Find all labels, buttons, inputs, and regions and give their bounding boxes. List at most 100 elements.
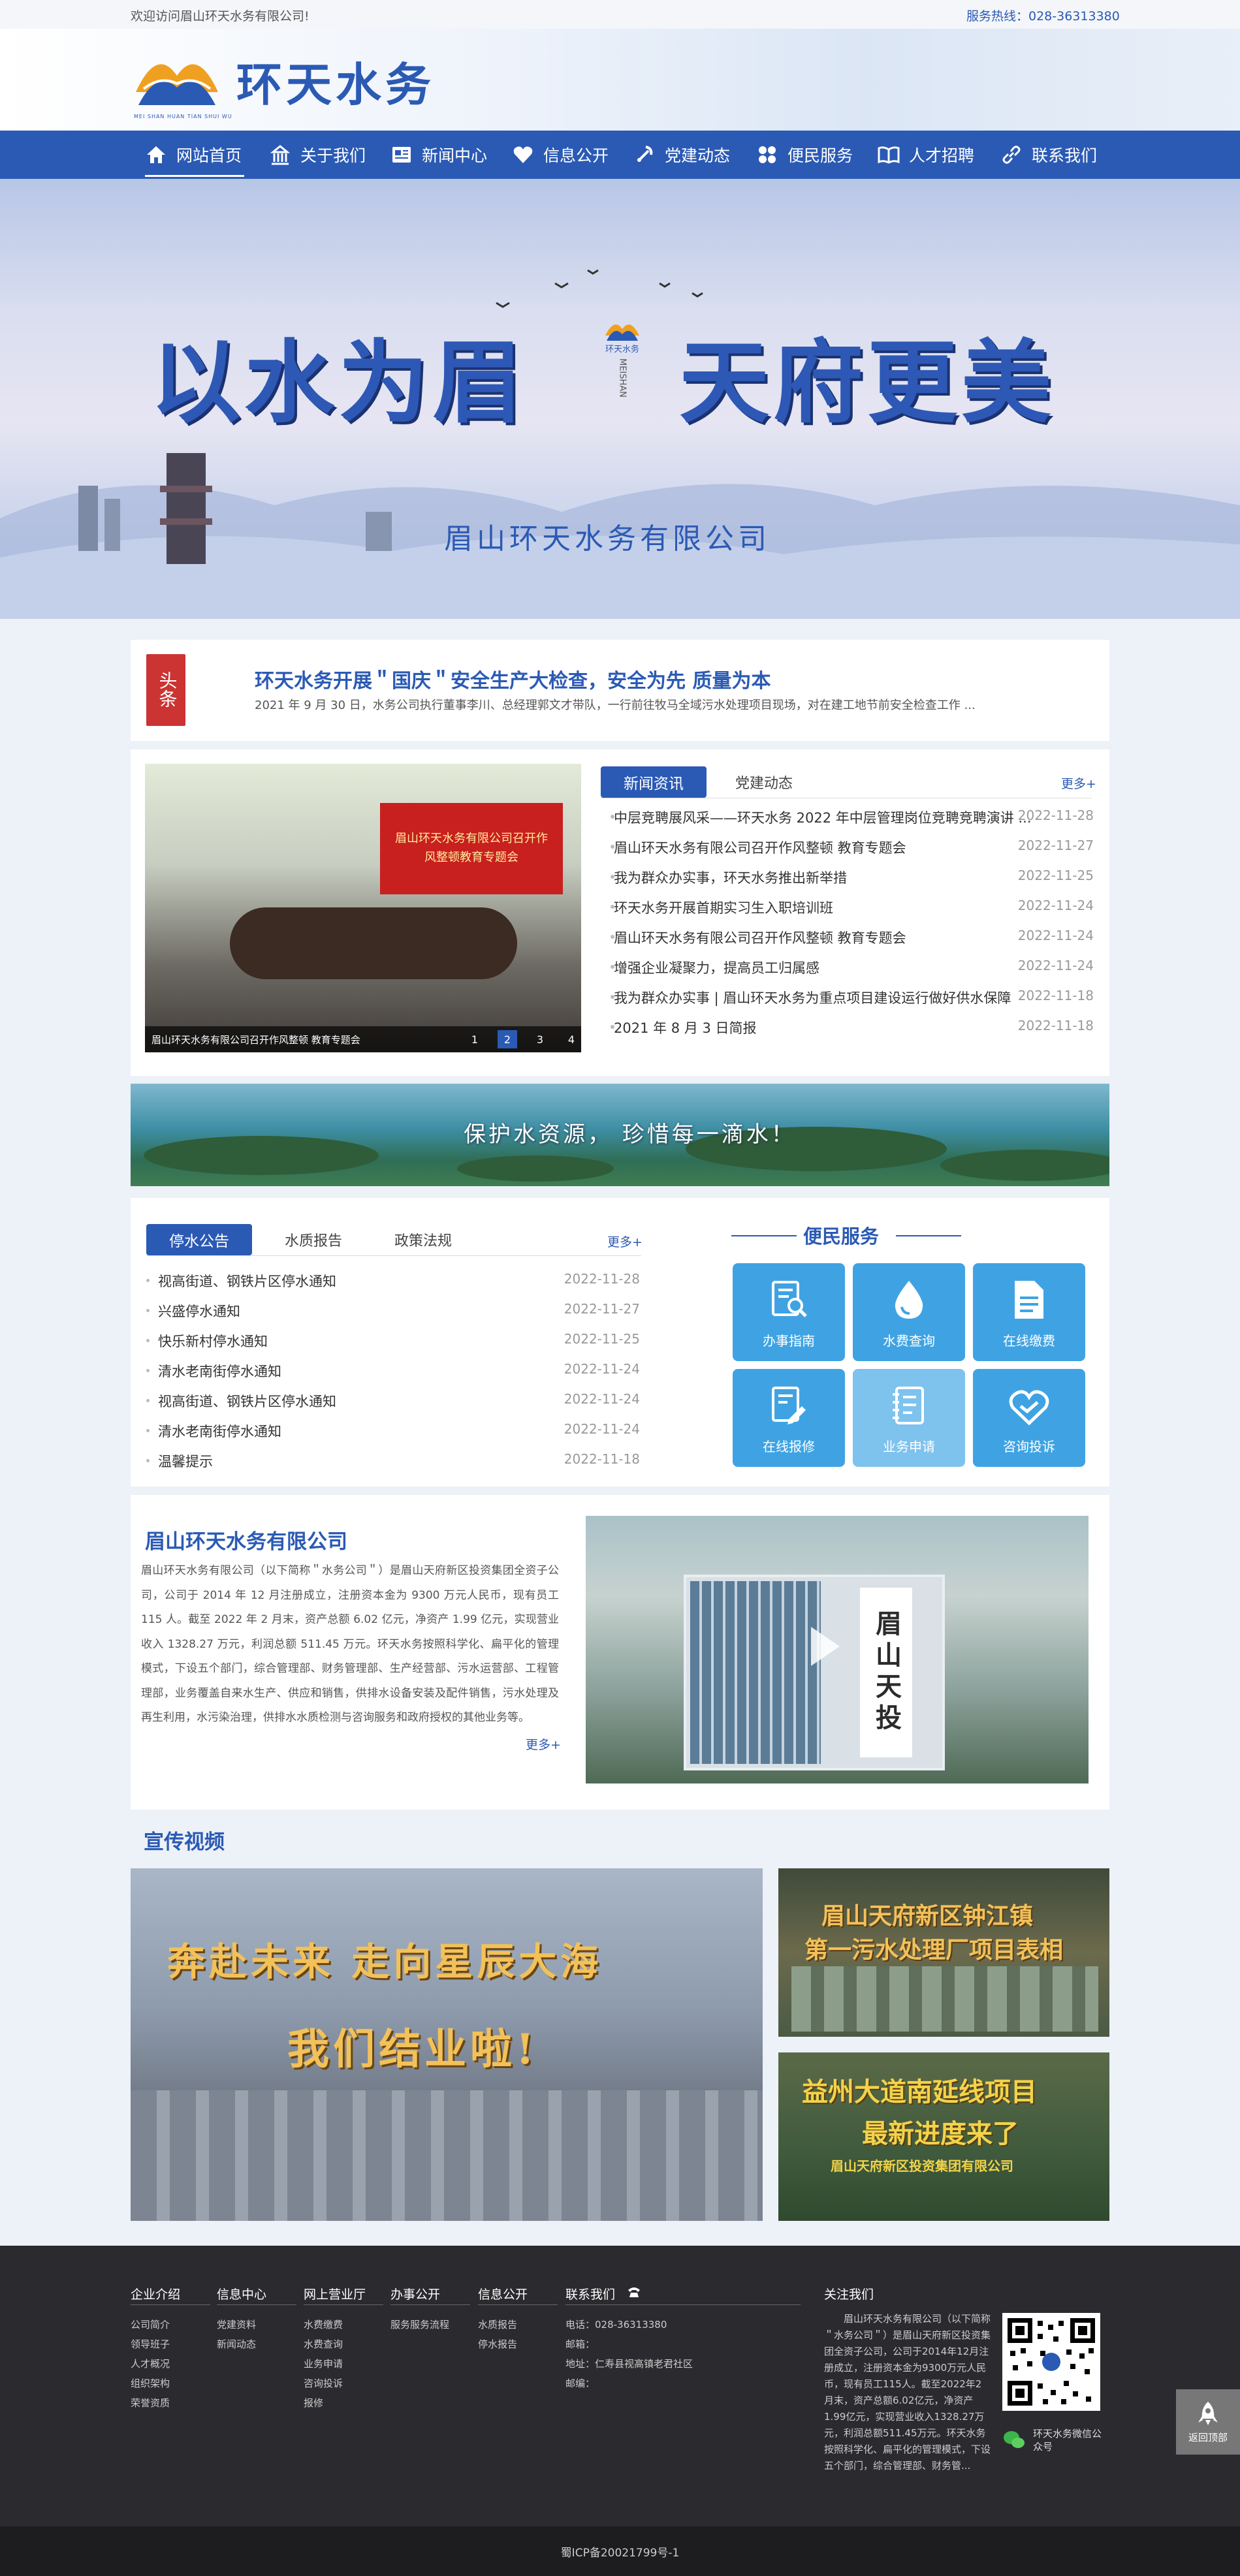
slide-page-3[interactable]: 3: [530, 1030, 550, 1048]
news-item[interactable]: 中层竞聘展风采——环天水务 2022 年中层管理岗位竞聘竞聘演讲 ...: [614, 808, 1038, 827]
video-side1-line2: 第一污水处理厂项目表相: [804, 1937, 1064, 1964]
about-more-link[interactable]: 更多+: [526, 1735, 561, 1753]
main-nav: 网站首页 关于我们 新闻中心 信息公开 党建动态 便民服务 人才招聘 联系我们: [0, 131, 1240, 179]
notice-service-panel: 停水公告 水质报告 政策法规 更多+ 视高街道、钢铁片区停水通知 2022-11…: [131, 1198, 1109, 1486]
notice-date: 2022-11-24: [564, 1391, 640, 1407]
notice-item[interactable]: 视高街道、钢铁片区停水通知: [158, 1271, 485, 1291]
play-icon[interactable]: [811, 1627, 840, 1666]
nav-item-party[interactable]: 党建动态: [633, 131, 730, 179]
notice-item[interactable]: 视高街道、钢铁片区停水通知: [158, 1391, 485, 1411]
news-date: 2022-11-18: [1017, 1018, 1094, 1033]
service-repair[interactable]: 在线报修: [733, 1369, 845, 1467]
water-strip-banner[interactable]: 保护水资源， 珍惜每一滴水！: [131, 1084, 1109, 1186]
about-building-image[interactable]: 眉山天投: [586, 1516, 1089, 1783]
footer-contact-line: 电话：028-36313380: [565, 2319, 667, 2331]
footer-col-title: 信息中心: [217, 2287, 267, 2302]
footer-link[interactable]: 水质报告: [478, 2317, 517, 2331]
footer-link[interactable]: 荣誉资质: [131, 2396, 170, 2410]
slide-caption[interactable]: 眉山环天水务有限公司召开作风整顿 教育专题会: [151, 1033, 360, 1046]
footer-contact-line: 邮箱：: [565, 2338, 596, 2350]
footer-link[interactable]: 水费缴费: [304, 2317, 343, 2331]
nav-item-home[interactable]: 网站首页: [145, 131, 242, 179]
footer-link[interactable]: 人才概况: [131, 2357, 170, 2370]
video-side-2[interactable]: 益州大道南延线项目 最新进度来了 眉山天府新区投资集团有限公司: [778, 2052, 1109, 2221]
footer-link[interactable]: 新闻动态: [217, 2337, 256, 2351]
news-item[interactable]: 眉山环天水务有限公司召开作风整顿 教育专题会: [614, 928, 1038, 947]
tab-water-quality[interactable]: 水质报告: [268, 1224, 359, 1255]
notice-item[interactable]: 快乐新村停水通知: [158, 1331, 485, 1351]
nav-label: 联系我们: [1032, 146, 1098, 165]
notice-item[interactable]: 清水老南街停水通知: [158, 1361, 485, 1381]
news-slideshow[interactable]: 眉山环天水务有限公司召开作风整顿教育专题会 眉山环天水务有限公司召开作风整顿 教…: [145, 764, 581, 1052]
footer-link[interactable]: 停水报告: [478, 2337, 517, 2351]
footer-link[interactable]: 报修: [304, 2396, 323, 2410]
service-title-line-left: [731, 1235, 797, 1236]
footer-link[interactable]: 领导班子: [131, 2337, 170, 2351]
service-application[interactable]: 业务申请: [853, 1369, 965, 1467]
tab-news[interactable]: 新闻资讯: [601, 766, 707, 798]
service-title: 便民服务: [803, 1225, 880, 1248]
wechat-icon[interactable]: [1002, 2428, 1026, 2452]
header: MEI SHAN HUAN TIAN SHUI WU 环天水务: [0, 29, 1240, 131]
icp-text[interactable]: 蜀ICP备20021799号-1: [561, 2543, 680, 2560]
footer-link[interactable]: 业务申请: [304, 2357, 343, 2370]
service-complaint[interactable]: 咨询投诉: [973, 1369, 1085, 1467]
bullet-icon: [146, 1339, 150, 1342]
strip-slogan: 保护水资源， 珍惜每一滴水！: [464, 1122, 796, 1148]
slide-page-1[interactable]: 1: [465, 1030, 485, 1048]
footer-link[interactable]: 公司简介: [131, 2317, 170, 2331]
footer-link[interactable]: 咨询投诉: [304, 2376, 343, 2390]
footer-link[interactable]: 服务服务流程: [390, 2317, 449, 2331]
service-payment[interactable]: 在线缴费: [973, 1263, 1085, 1361]
video-side2-line3: 眉山天府新区投资集团有限公司: [831, 2158, 1013, 2174]
back-to-top-button[interactable]: 返回顶部: [1176, 2389, 1240, 2455]
notice-item[interactable]: 清水老南街停水通知: [158, 1421, 485, 1441]
notice-item[interactable]: 温馨提示: [158, 1451, 485, 1471]
news-item[interactable]: 我为群众办实事，环天水务推出新举措: [614, 868, 1038, 887]
nav-item-news[interactable]: 新闻中心: [390, 131, 487, 179]
logo-icon[interactable]: [131, 43, 223, 115]
tab-party[interactable]: 党建动态: [718, 766, 810, 798]
footer-contact-line: 地址：仁寿县视高镇老君社区: [565, 2358, 693, 2370]
heart-outline-icon: [1009, 1390, 1049, 1426]
banner-logo-icon: [605, 324, 639, 341]
notice-more-link[interactable]: 更多+: [607, 1233, 643, 1250]
about-title[interactable]: 眉山环天水务有限公司: [145, 1525, 347, 1554]
slide-page-4[interactable]: 4: [563, 1030, 580, 1048]
service-water-bill[interactable]: 水费查询: [853, 1263, 965, 1361]
footer-link[interactable]: 组织架构: [131, 2376, 170, 2390]
building-sign: 眉山天投: [860, 1588, 912, 1757]
nav-item-service[interactable]: 便民服务: [756, 131, 853, 179]
document-icon: [1015, 1281, 1043, 1319]
footer-link[interactable]: 党建资料: [217, 2317, 256, 2331]
news-item[interactable]: 我为群众办实事 | 眉山环天水务为重点项目建设运行做好供水保障: [614, 988, 1038, 1007]
footer-contact-line: 邮编：: [565, 2378, 596, 2389]
news-date: 2022-11-24: [1017, 928, 1094, 943]
nav-item-recruit[interactable]: 人才招聘: [878, 131, 974, 179]
headline-title[interactable]: 环天水务开展＂国庆＂安全生产大检查，安全为先 质量为本: [255, 665, 771, 693]
footer-divider: [565, 2304, 801, 2305]
news-date: 2022-11-24: [1017, 898, 1094, 913]
hero-banner[interactable]: 以水为眉 天府更美 环天水务 MEISHAN 眉山环天水务有限公司: [0, 179, 1240, 619]
tab-outage[interactable]: 停水公告: [146, 1224, 252, 1255]
news-item[interactable]: 眉山环天水务有限公司召开作风整顿 教育专题会: [614, 838, 1038, 857]
service-guide[interactable]: 办事指南: [733, 1263, 845, 1361]
tab-policy[interactable]: 政策法规: [377, 1224, 469, 1255]
news-item[interactable]: 环天水务开展首期实习生入职培训班: [614, 898, 1038, 917]
nav-item-about[interactable]: 关于我们: [269, 131, 366, 179]
nav-label: 便民服务: [787, 146, 853, 165]
building-icon: [269, 144, 291, 166]
news-item[interactable]: 增强企业凝聚力，提高员工归属感: [614, 958, 1038, 977]
nav-item-contact[interactable]: 联系我们: [1000, 131, 1097, 179]
heart-icon: [512, 144, 534, 166]
footer-link[interactable]: 水费查询: [304, 2337, 343, 2351]
video-side-1[interactable]: 眉山天府新区钟江镇 第一污水处理厂项目表相: [778, 1868, 1109, 2037]
video-title: 宣传视频: [144, 1830, 225, 1854]
notice-item[interactable]: 兴盛停水通知: [158, 1301, 485, 1321]
nav-item-info[interactable]: 信息公开: [512, 131, 609, 179]
news-more-link[interactable]: 更多+: [1061, 774, 1096, 792]
video-main[interactable]: 奔赴未来 走向星辰大海 我们结业啦!: [131, 1868, 763, 2221]
slide-page-2[interactable]: 2: [498, 1030, 517, 1048]
logo-text[interactable]: 环天水务: [236, 48, 435, 114]
news-item[interactable]: 2021 年 8 月 3 日简报: [614, 1018, 1038, 1037]
